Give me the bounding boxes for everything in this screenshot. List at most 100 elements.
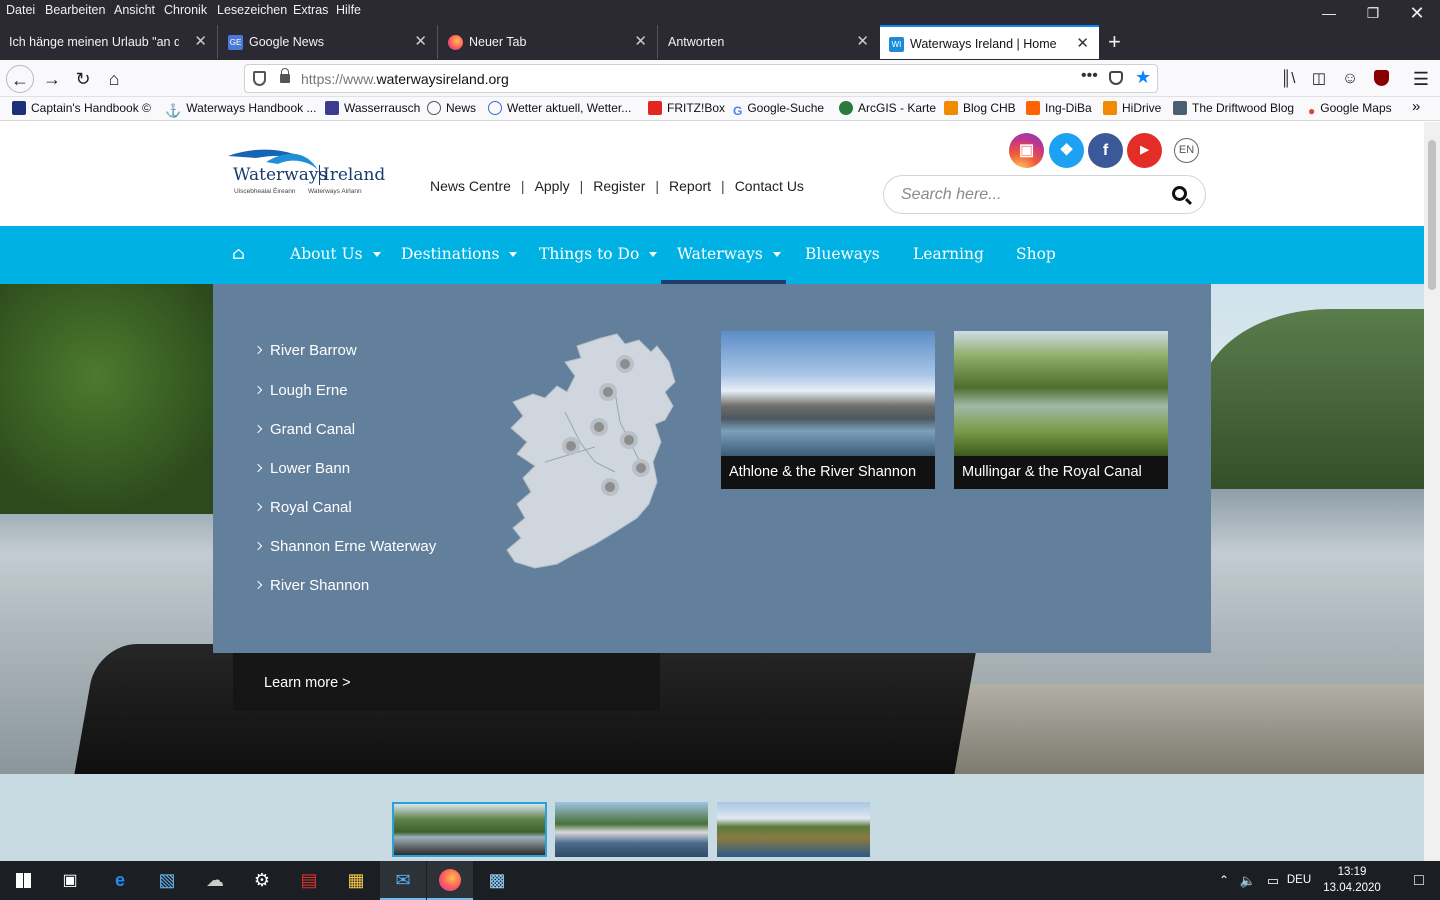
url-text[interactable]: https://www.waterwaysireland.org <box>301 71 509 87</box>
menu-item-river-shannon[interactable]: River Shannon <box>253 577 369 594</box>
map-marker[interactable] <box>632 459 650 477</box>
nav-destinations[interactable]: Destinations <box>401 226 518 284</box>
thumbnail-2[interactable] <box>555 802 708 857</box>
taskbar-clock[interactable]: 13:19 13.04.2020 <box>1316 864 1388 896</box>
forward-button[interactable]: → <box>38 65 66 93</box>
bookmark-ing-diba[interactable]: Ing-DiBa <box>1026 101 1092 115</box>
menu-bearbeiten[interactable]: Bearbeiten <box>45 3 105 17</box>
menu-lesezeichen[interactable]: Lesezeichen <box>217 3 287 17</box>
bookmark-wasserrausch[interactable]: Wasserrausch <box>325 101 420 115</box>
explorer-window-icon[interactable]: ▧ <box>144 861 190 900</box>
instagram-icon[interactable]: ▣ <box>1009 133 1044 168</box>
url-bar[interactable]: https://www.waterwaysireland.org ••• ★ <box>244 64 1158 93</box>
menu-datei[interactable]: Datei <box>6 3 35 17</box>
bookmark-star-icon[interactable]: ★ <box>1135 67 1151 88</box>
link-register[interactable]: Register <box>593 178 645 194</box>
menu-item-royal-canal[interactable]: Royal Canal <box>253 499 352 516</box>
more-bookmarks-icon[interactable]: » <box>1412 98 1420 115</box>
link-report[interactable]: Report <box>669 178 711 194</box>
map-marker[interactable] <box>562 437 580 455</box>
language-switch[interactable]: EN <box>1174 138 1199 163</box>
card-athlone[interactable]: Athlone & the River Shannon <box>721 331 935 489</box>
thumbnail-3[interactable] <box>717 802 870 857</box>
new-tab-button[interactable]: + <box>1104 25 1132 59</box>
search-icon[interactable] <box>1172 186 1187 201</box>
close-tab-icon[interactable]: ✕ <box>194 25 207 59</box>
nav-blueways[interactable]: Blueways <box>805 226 880 284</box>
menu-item-shannon-erne[interactable]: Shannon Erne Waterway <box>253 538 436 555</box>
input-language[interactable]: DEU <box>1286 861 1312 900</box>
notifications-icon[interactable]: □ <box>1396 861 1440 900</box>
page-scrollbar[interactable] <box>1424 122 1440 861</box>
waterways-ireland-logo[interactable]: Waterways Ireland Uiscebhealai Éireann W… <box>226 144 385 200</box>
map-marker[interactable] <box>620 431 638 449</box>
tab-antworten[interactable]: Antworten ✕ <box>659 25 879 59</box>
tab-urlaub[interactable]: Ich hänge meinen Urlaub "an den ✕ <box>0 25 218 59</box>
bookmark-fritzbox[interactable]: FRITZ!Box <box>648 101 725 115</box>
youtube-icon[interactable]: ▶ <box>1127 133 1162 168</box>
menu-item-lower-bann[interactable]: Lower Bann <box>253 460 350 477</box>
file-explorer-icon[interactable]: ▦ <box>333 861 379 900</box>
tab-neuer-tab[interactable]: Neuer Tab ✕ <box>439 25 658 59</box>
link-apply[interactable]: Apply <box>535 178 570 194</box>
menu-hilfe[interactable]: Hilfe <box>336 3 361 17</box>
bookmark-wetter[interactable]: Wetter aktuell, Wetter... <box>488 101 631 115</box>
close-tab-icon[interactable]: ✕ <box>414 25 427 59</box>
menu-item-grand-canal[interactable]: Grand Canal <box>253 421 355 438</box>
volume-icon[interactable]: 🔈 <box>1236 861 1260 900</box>
account-icon[interactable]: ☺ <box>1336 65 1364 93</box>
menu-chronik[interactable]: Chronik <box>164 3 207 17</box>
nav-learning[interactable]: Learning <box>913 226 984 284</box>
menu-ansicht[interactable]: Ansicht <box>114 3 155 17</box>
nav-waterways[interactable]: Waterways <box>661 226 786 284</box>
bookmark-hidrive[interactable]: HiDrive <box>1103 101 1161 115</box>
link-contact-us[interactable]: Contact Us <box>735 178 804 194</box>
card-mullingar[interactable]: Mullingar & the Royal Canal <box>954 331 1168 489</box>
page-actions-icon[interactable]: ••• <box>1081 67 1098 85</box>
bookmark-news[interactable]: News <box>427 101 476 115</box>
map-marker[interactable] <box>601 478 619 496</box>
nav-shop[interactable]: Shop <box>1016 226 1056 284</box>
search-input[interactable]: Search here... <box>901 186 1002 204</box>
menu-item-river-barrow[interactable]: River Barrow <box>253 342 357 359</box>
tab-google-news[interactable]: GE Google News ✕ <box>219 25 438 59</box>
lock-icon[interactable] <box>280 68 290 83</box>
pdf-reader-icon[interactable]: ▤ <box>286 861 332 900</box>
menu-extras[interactable]: Extras <box>293 3 328 17</box>
back-button[interactable]: ← <box>6 65 34 93</box>
bookmark-google-maps[interactable]: ● Google Maps <box>1308 101 1392 118</box>
map-marker[interactable] <box>599 383 617 401</box>
close-tab-icon[interactable]: ✕ <box>634 25 647 59</box>
nav-home[interactable]: ⌂ <box>232 226 245 284</box>
bookmark-captains-handbook[interactable]: Captain's Handbook © <box>12 101 151 115</box>
hamburger-menu-icon[interactable]: ☰ <box>1407 65 1435 93</box>
learn-more-link[interactable]: Learn more > <box>264 675 351 691</box>
app-icon[interactable]: ☁ <box>192 861 238 900</box>
ireland-map[interactable] <box>505 332 685 570</box>
map-marker[interactable] <box>590 418 608 436</box>
nav-about-us[interactable]: About Us <box>290 226 381 284</box>
notepad-icon[interactable]: ▩ <box>474 861 520 900</box>
firefox-taskbar-icon[interactable] <box>427 861 473 900</box>
facebook-icon[interactable]: f <box>1088 133 1123 168</box>
tracking-shield-icon[interactable] <box>253 71 266 86</box>
menu-item-lough-erne[interactable]: Lough Erne <box>253 382 348 399</box>
bookmark-blog-chb[interactable]: Blog CHB <box>944 101 1016 115</box>
scrollbar-thumb[interactable] <box>1428 140 1436 290</box>
start-button[interactable] <box>0 861 46 900</box>
map-marker[interactable] <box>616 355 634 373</box>
bookmark-driftwood-blog[interactable]: The Driftwood Blog <box>1173 101 1294 115</box>
tray-chevron-up-icon[interactable]: ⌃ <box>1212 861 1236 900</box>
close-tab-icon[interactable]: ✕ <box>1076 27 1089 59</box>
link-news-centre[interactable]: News Centre <box>430 178 511 194</box>
edge-icon[interactable]: e <box>97 861 143 900</box>
site-search[interactable]: Search here... <box>883 175 1206 214</box>
outlook-icon[interactable]: ✉ <box>380 861 426 900</box>
tab-waterways-ireland[interactable]: WI Waterways Ireland | Home ✕ <box>880 25 1099 59</box>
reload-button[interactable]: ↻ <box>69 65 97 93</box>
bookmark-arcgis[interactable]: ArcGIS - Karte <box>839 101 936 115</box>
close-tab-icon[interactable]: ✕ <box>856 25 869 59</box>
thumbnail-1[interactable] <box>392 802 547 857</box>
nav-things-to-do[interactable]: Things to Do <box>539 226 658 284</box>
ublock-icon[interactable] <box>1367 65 1395 93</box>
